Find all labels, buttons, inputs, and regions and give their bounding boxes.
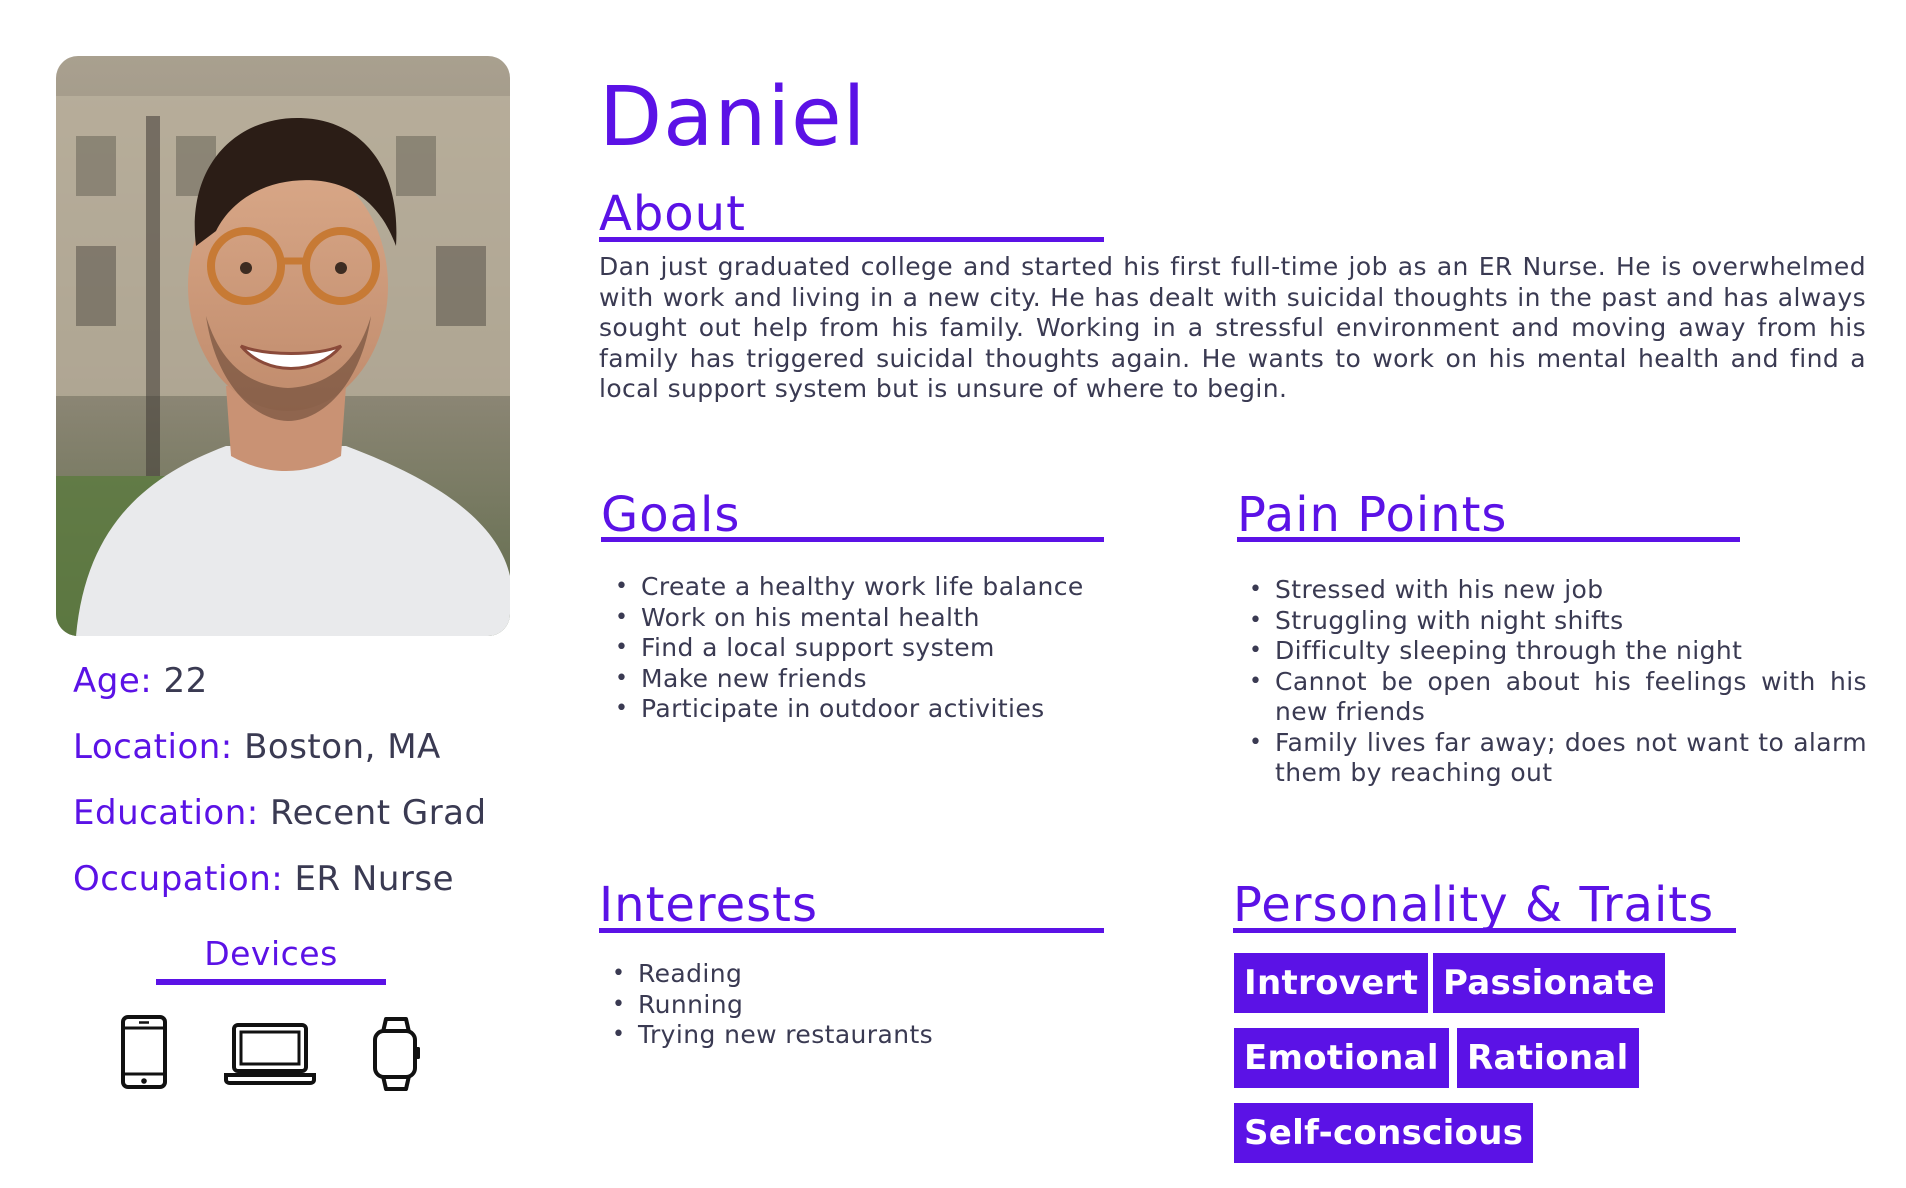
demographic-value: 22 — [163, 661, 208, 701]
list-item: Make new friends — [601, 664, 1161, 695]
list-item: Reading — [598, 959, 1158, 990]
goals-underline — [601, 537, 1104, 542]
demographic-education: Education: Recent Grad — [73, 793, 487, 833]
list-item: Participate in outdoor activities — [601, 694, 1161, 725]
personality-heading: Personality & Traits — [1233, 877, 1715, 933]
pain-points-list: Stressed with his new job Struggling wit… — [1235, 575, 1867, 789]
demographic-label: Education: — [73, 793, 259, 833]
trait-badge: Emotional — [1234, 1028, 1449, 1088]
demographic-label: Location: — [73, 727, 233, 767]
list-item: Create a healthy work life balance — [601, 572, 1161, 603]
demographic-label: Age: — [73, 661, 153, 701]
demographic-label: Occupation: — [73, 859, 284, 899]
interests-list: Reading Running Trying new restaurants — [598, 959, 1158, 1051]
about-text: Dan just graduated college and started h… — [599, 252, 1866, 403]
smartphone-icon — [120, 1014, 168, 1094]
demographic-age: Age: 22 — [73, 661, 208, 701]
list-item: Find a local support system — [601, 633, 1161, 664]
demographic-value: ER Nurse — [294, 859, 455, 899]
demographic-occupation: Occupation: ER Nurse — [73, 859, 454, 899]
demographic-value: Boston, MA — [244, 727, 441, 767]
trait-badge: Introvert — [1234, 953, 1429, 1013]
devices-underline — [156, 979, 386, 985]
trait-badge: Rational — [1457, 1028, 1639, 1088]
interests-heading: Interests — [599, 877, 818, 933]
list-item: Trying new restaurants — [598, 1020, 1158, 1051]
smartwatch-icon — [370, 1016, 422, 1096]
about-underline — [599, 237, 1104, 242]
trait-badge: Passionate — [1433, 953, 1665, 1013]
goals-heading: Goals — [601, 487, 741, 543]
portrait-image — [56, 56, 510, 636]
list-item: Cannot be open about his feelings with h… — [1235, 667, 1867, 728]
list-item: Struggling with night shifts — [1235, 606, 1867, 637]
demographic-value: Recent Grad — [270, 793, 487, 833]
list-item: Difficulty sleeping through the night — [1235, 636, 1867, 667]
interests-underline — [599, 928, 1104, 933]
pain-points-underline — [1237, 537, 1740, 542]
list-item: Running — [598, 990, 1158, 1021]
personality-underline — [1233, 928, 1736, 933]
trait-badge: Self-conscious — [1234, 1103, 1534, 1163]
list-item: Stressed with his new job — [1235, 575, 1867, 606]
goals-list: Create a healthy work life balance Work … — [601, 572, 1161, 725]
profile-photo — [56, 56, 510, 636]
pain-points-heading: Pain Points — [1237, 487, 1508, 543]
laptop-icon — [224, 1022, 316, 1090]
about-heading: About — [599, 186, 746, 242]
demographic-location: Location: Boston, MA — [73, 727, 441, 767]
devices-heading: Devices — [204, 934, 338, 973]
list-item: Work on his mental health — [601, 603, 1161, 634]
persona-name: Daniel — [599, 70, 867, 165]
list-item: Family lives far away; does not want to … — [1235, 728, 1867, 789]
